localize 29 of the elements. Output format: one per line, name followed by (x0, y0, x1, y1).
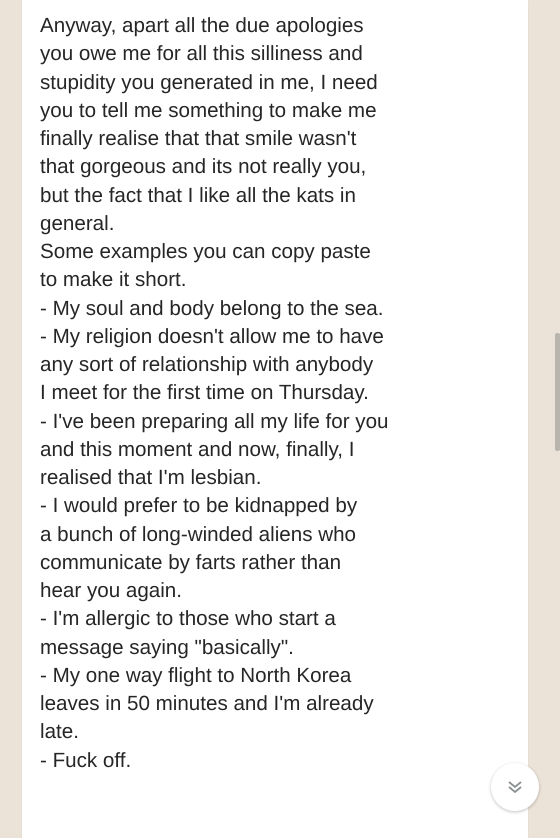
message-line: finally realise that that smile wasn't (40, 126, 356, 152)
message-line: Anyway, apart all the due apologies (40, 13, 364, 39)
message-line: but the fact that I like all the kats in (40, 182, 356, 208)
message-line: you owe me for all this silliness and (40, 41, 363, 68)
message-line: communicate by farts rather than (40, 550, 342, 576)
double-chevron-icon (507, 779, 523, 795)
message-line: leaves in 50 minutes and I'm already (40, 691, 374, 717)
message-line: a bunch of long-winded aliens who (40, 522, 356, 548)
message-line: message saying "basically". (40, 634, 294, 660)
message-line: I meet for the first time on Thursday. (40, 380, 369, 406)
scroll-thumb[interactable] (555, 333, 560, 451)
message-line: - My religion doesn't allow me to have (40, 324, 384, 350)
message-line: and this moment and now, finally, I (40, 436, 354, 463)
message-line: stupidity you generated in me, I need (40, 70, 378, 96)
message-line: that gorgeous and its not really you, (40, 154, 366, 180)
message-line: late. (40, 719, 79, 746)
message-line: - Fuck off. (40, 748, 132, 774)
message-line: to make it short. (40, 267, 186, 294)
message-line: you to tell me something to make me (40, 98, 377, 124)
message-line: realised that I'm lesbian. (40, 465, 262, 491)
message-line: hear you again. (40, 578, 182, 604)
message-line: any sort of relationship with anybody (40, 352, 374, 378)
message-line: Some examples you can copy paste (40, 239, 371, 265)
message-line: - I'm allergic to those who start a (40, 606, 336, 632)
message-line: - I've been preparing all my life for you (40, 408, 388, 434)
message-line: general. (40, 210, 114, 237)
message-line: - My soul and body belong to the sea. (40, 296, 384, 322)
message-line: - My one way flight to North Korea (40, 662, 352, 689)
message-line: - I would prefer to be kidnapped by (40, 493, 358, 520)
